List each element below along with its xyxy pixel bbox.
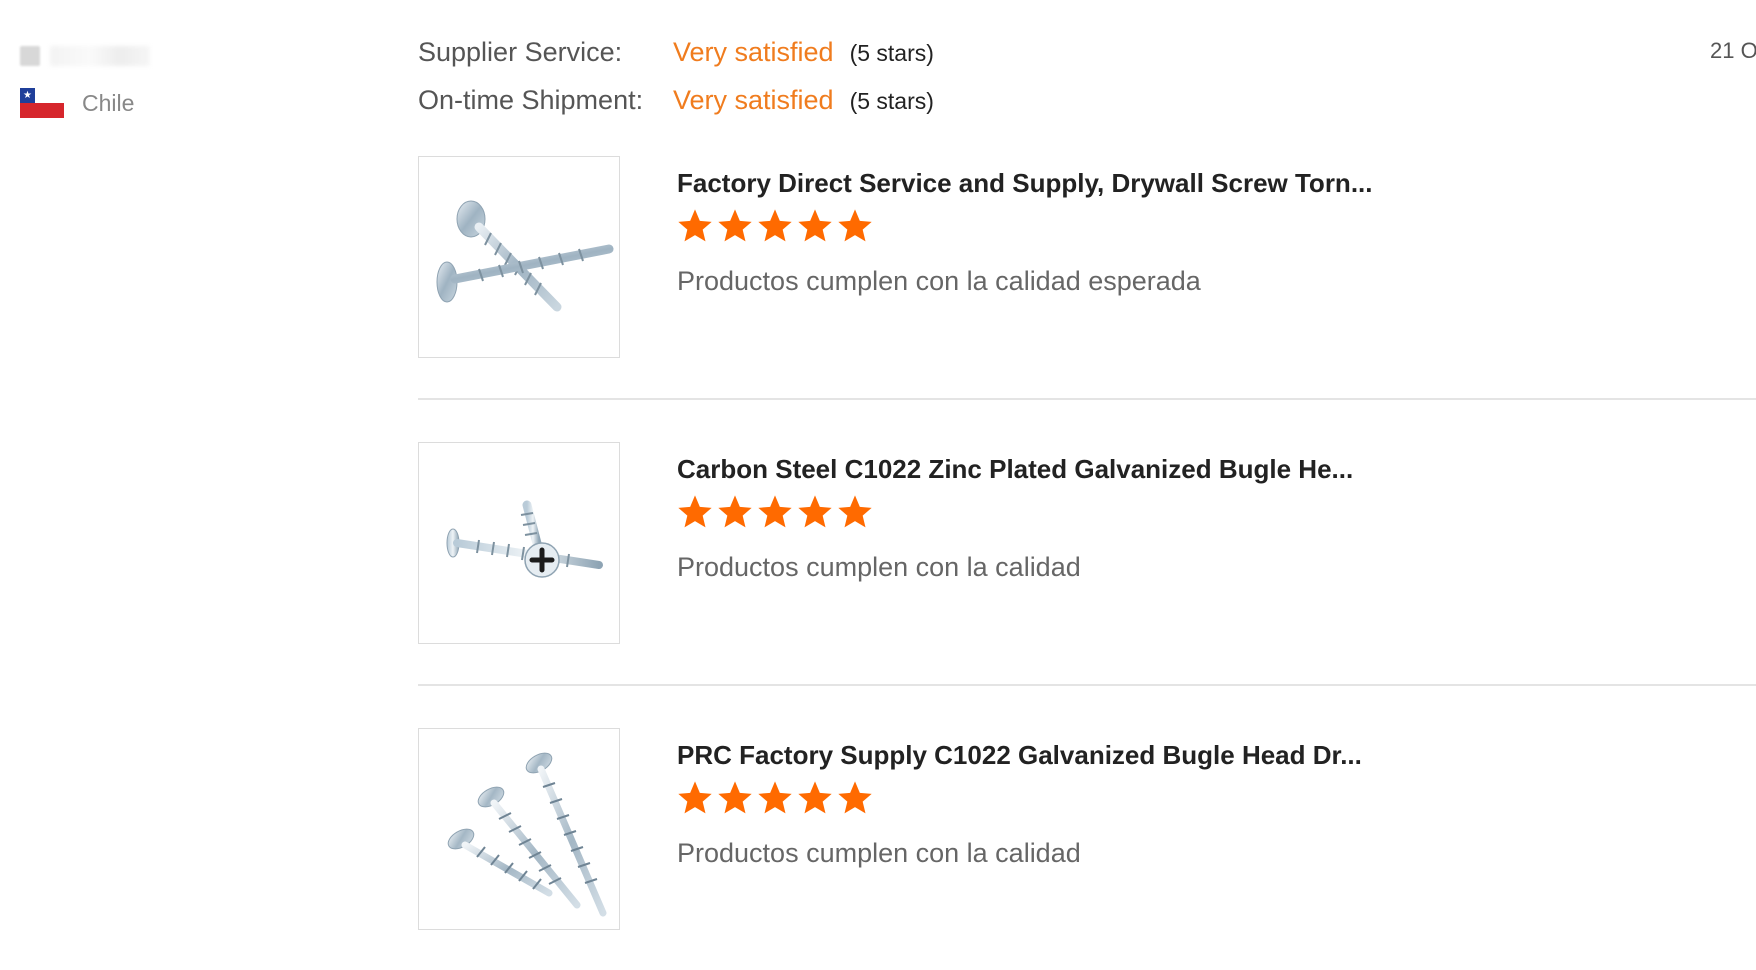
three-galvanized-screws-image[interactable] — [418, 728, 620, 930]
star-icon — [715, 492, 755, 532]
star-icon — [675, 778, 715, 818]
review-date: 21 O — [1710, 38, 1756, 63]
star-icon — [795, 492, 835, 532]
star-icon — [835, 206, 875, 246]
reviewer-info: ★ Chile — [20, 44, 320, 118]
product-review: Carbon Steel C1022 Zinc Plated Galvanize… — [418, 442, 1756, 692]
star-icon — [675, 492, 715, 532]
product-title-link[interactable]: PRC Factory Supply C1022 Galvanized Bugl… — [677, 740, 1362, 771]
star-icon — [715, 206, 755, 246]
rating-value: Very satisfied — [673, 37, 834, 67]
star-icon — [755, 206, 795, 246]
star-icon — [835, 778, 875, 818]
star-icon — [715, 778, 755, 818]
reviewer-name-blur — [50, 46, 150, 66]
on-time-shipment-rating: On-time Shipment: Very satisfied (5 star… — [418, 85, 934, 116]
star-rating — [675, 492, 875, 532]
avatar — [20, 46, 40, 66]
star-icon — [755, 778, 795, 818]
rating-stars-text: (5 stars) — [849, 88, 934, 114]
review-comment: Productos cumplen con la calidad — [677, 552, 1081, 582]
divider — [418, 398, 1756, 400]
product-title-link[interactable]: Carbon Steel C1022 Zinc Plated Galvanize… — [677, 454, 1353, 485]
star-rating — [675, 778, 875, 818]
crossed-drywall-screws-image[interactable] — [418, 156, 620, 358]
product-review: Factory Direct Service and Supply, Drywa… — [418, 156, 1756, 406]
divider — [418, 684, 1756, 686]
star-icon — [795, 778, 835, 818]
star-icon — [795, 206, 835, 246]
star-icon — [755, 492, 795, 532]
phillips-drywall-screws-image[interactable] — [418, 442, 620, 644]
country-label: Chile — [82, 89, 135, 116]
review-comment: Productos cumplen con la calidad — [677, 838, 1081, 868]
chile-flag-icon: ★ — [20, 88, 64, 118]
product-title-link[interactable]: Factory Direct Service and Supply, Drywa… — [677, 168, 1373, 199]
review-comment: Productos cumplen con la calidad esperad… — [677, 266, 1201, 296]
star-icon — [835, 492, 875, 532]
supplier-service-rating: Supplier Service: Very satisfied (5 star… — [418, 37, 934, 68]
star-icon — [675, 206, 715, 246]
rating-label: Supplier Service: — [418, 37, 623, 67]
product-review: PRC Factory Supply C1022 Galvanized Bugl… — [418, 728, 1756, 968]
rating-value: Very satisfied — [673, 85, 834, 115]
reviewer-country: ★ Chile — [20, 88, 320, 118]
rating-stars-text: (5 stars) — [849, 40, 934, 66]
reviewer-name-redacted — [20, 44, 320, 68]
star-rating — [675, 206, 875, 246]
rating-label: On-time Shipment: — [418, 85, 644, 115]
